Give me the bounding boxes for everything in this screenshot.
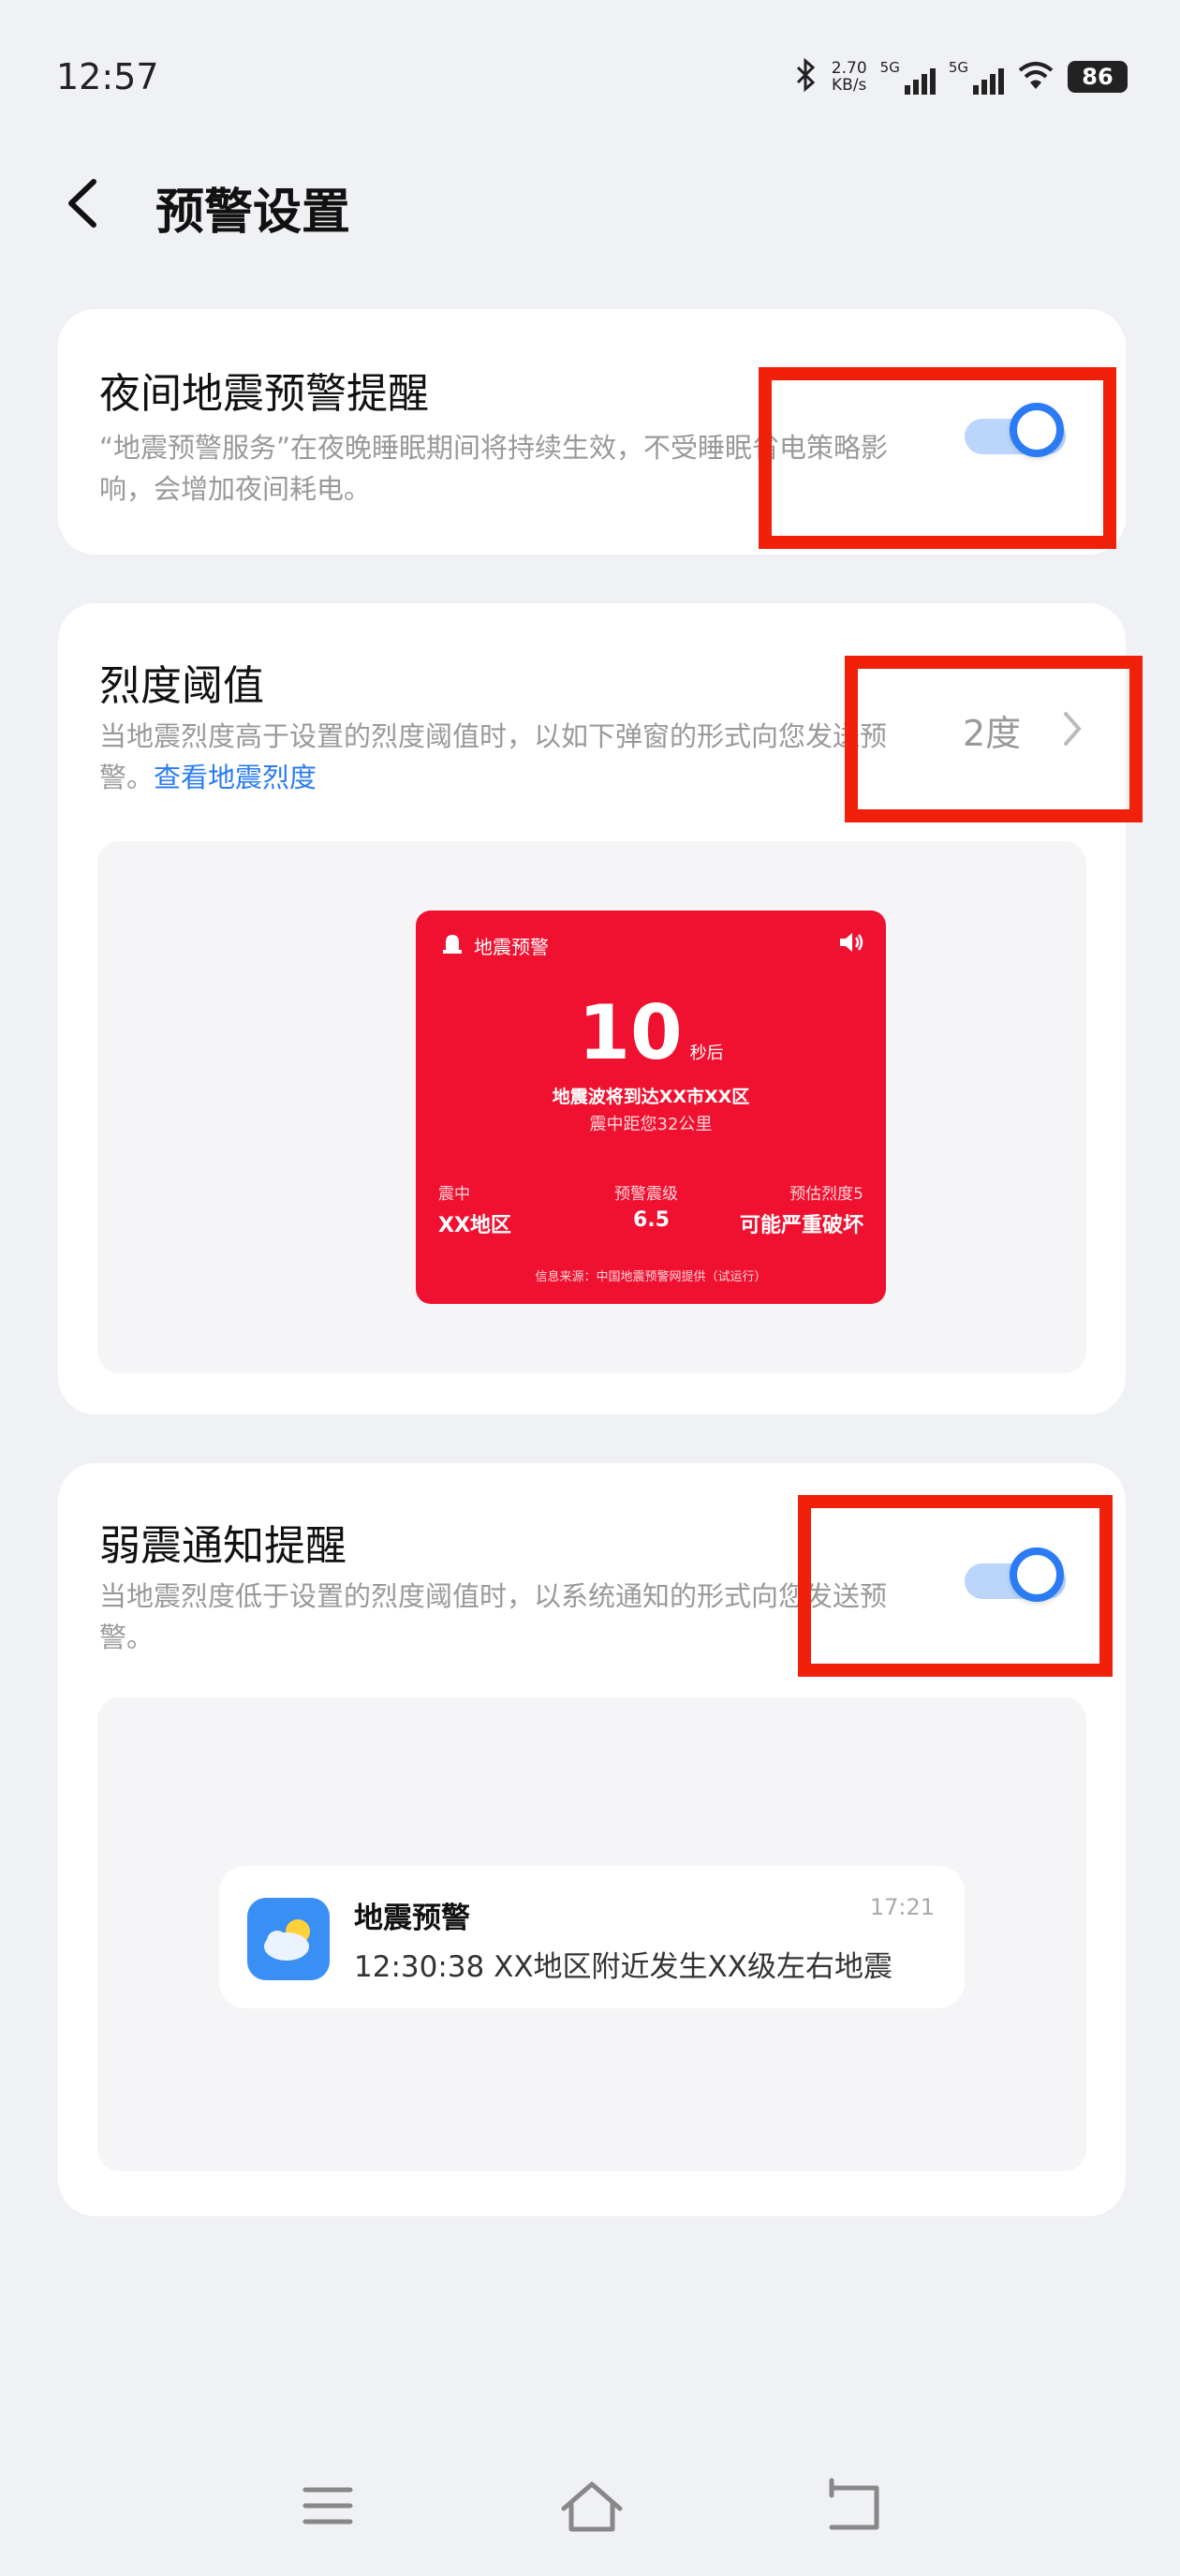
intensity-threshold-description: 当地震烈度高于设置的烈度阈值时，以如下弹窗的形式向您发送预警。查看地震烈度 — [99, 716, 923, 798]
back-nav-icon[interactable] — [819, 2473, 893, 2539]
night-alert-title: 夜间地震预警提醒 — [99, 370, 429, 418]
highlight-box-threshold — [845, 656, 1143, 822]
intensity-threshold-title: 烈度阈值 — [99, 662, 264, 710]
highlight-box-night-toggle — [759, 367, 1116, 549]
alert-source: 信息来源：中国地震预警网提供（试运行） — [535, 1270, 767, 1284]
intensity-label: 预估烈度5 — [789, 1185, 863, 1204]
alert-popup-card: 地震预警 10 秒后 地震波将到达XX市XX区 震中距您32公里 震中 XX地区 … — [416, 910, 886, 1304]
alert-distance-text: 震中距您32公里 — [589, 1115, 713, 1134]
status-time: 12:57 — [56, 56, 159, 97]
weak-quake-title: 弱震通知提醒 — [99, 1522, 347, 1570]
view-intensity-link[interactable]: 查看地震烈度 — [154, 762, 317, 793]
signal-icon: 5G — [880, 59, 936, 95]
menu-icon[interactable] — [290, 2473, 365, 2539]
signal-icon-2: 5G — [949, 59, 1004, 95]
weak-quake-description: 当地震烈度低于设置的烈度阈值时，以系统通知的形式向您发送预警。 — [99, 1580, 888, 1653]
net-speed-value: 2.70 — [831, 59, 867, 78]
alert-countdown: 10 秒后 — [416, 989, 886, 1076]
notification-text: 12:30:38 XX地区附近发生XX级左右地震 — [354, 1950, 893, 1984]
net-speed: 2.70 KB/s — [832, 60, 867, 94]
notification-time: 17:21 — [869, 1894, 935, 1920]
highlight-box-weak-toggle — [798, 1495, 1113, 1677]
sim1-label: 5G — [879, 59, 900, 76]
magnitude-value: 6.5 — [633, 1208, 670, 1232]
status-icons: 2.70 KB/s 5G 5G 86 — [794, 57, 1128, 96]
alert-popup-header: 地震预警 — [440, 931, 549, 960]
bluetooth-icon — [794, 57, 819, 96]
notification-card: 地震预警 17:21 12:30:38 XX地区附近发生XX级左右地震 — [219, 1866, 965, 2008]
net-speed-unit: KB/s — [832, 76, 867, 95]
intensity-value: 可能严重破坏 — [739, 1214, 863, 1237]
notification-preview: 地震预警 17:21 12:30:38 XX地区附近发生XX级左右地震 — [97, 1697, 1086, 2171]
status-bar: 12:57 2.70 KB/s 5G 5G 86 — [0, 0, 1180, 141]
alarm-icon — [440, 931, 465, 960]
battery-icon: 86 — [1068, 61, 1128, 93]
epicenter-label: 震中 — [438, 1185, 470, 1204]
weather-app-icon — [247, 1898, 330, 1980]
back-arrow-icon[interactable] — [56, 170, 112, 236]
sim2-label: 5G — [948, 59, 968, 76]
notification-app-name: 地震预警 — [354, 1902, 470, 1935]
speaker-icon — [837, 929, 865, 959]
header: 预警设置 — [0, 150, 1180, 253]
wifi-icon — [1017, 59, 1055, 95]
alert-countdown-unit: 秒后 — [689, 1044, 724, 1063]
page-title: 预警设置 — [155, 185, 351, 241]
alert-popup-title: 地震预警 — [474, 936, 549, 958]
home-icon[interactable] — [554, 2473, 629, 2539]
alert-popup-preview: 地震预警 10 秒后 地震波将到达XX市XX区 震中距您32公里 震中 XX地区 … — [97, 841, 1086, 1373]
epicenter-value: XX地区 — [438, 1214, 511, 1237]
alert-arrival-text: 地震波将到达XX市XX区 — [552, 1087, 750, 1107]
alert-countdown-number: 10 — [578, 989, 683, 1076]
system-nav-bar — [0, 2464, 1180, 2548]
magnitude-label: 预警震级 — [614, 1185, 678, 1204]
